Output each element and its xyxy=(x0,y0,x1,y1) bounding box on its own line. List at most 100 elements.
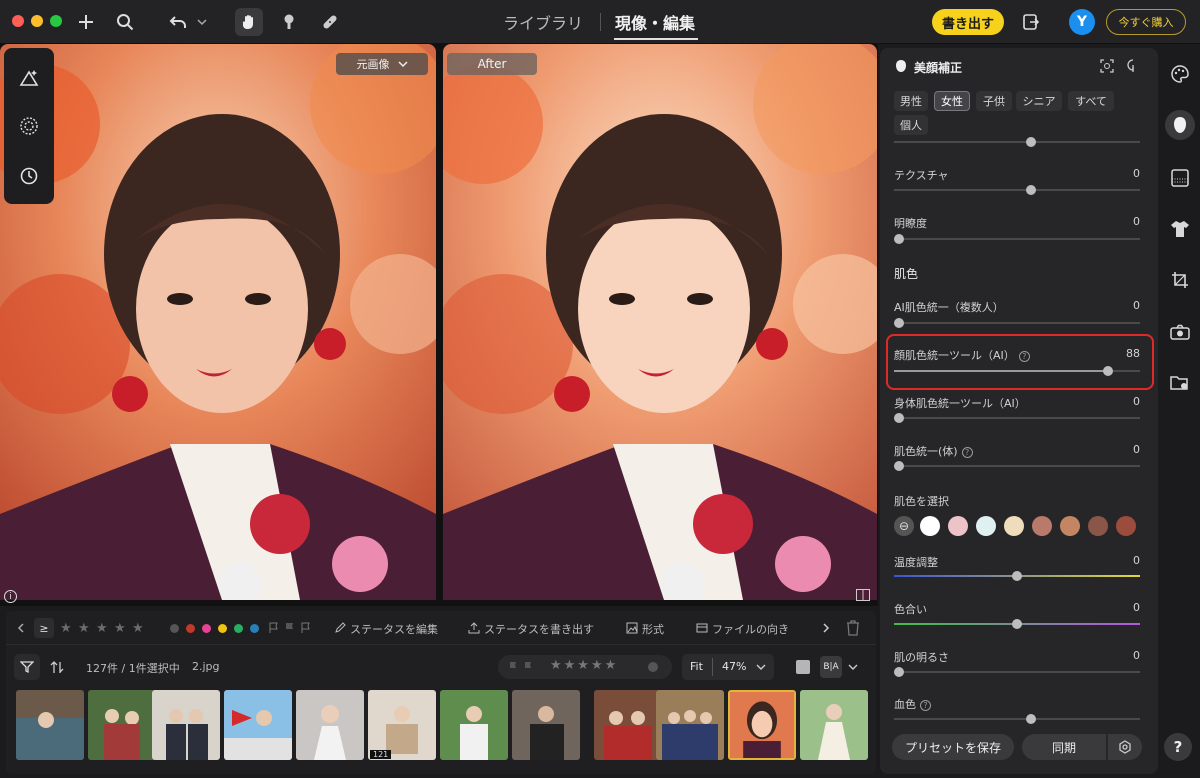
body-skin-tool-handle[interactable] xyxy=(894,413,904,423)
skin-swatch[interactable] xyxy=(1088,516,1108,536)
chip-male[interactable]: 男性 xyxy=(894,91,928,111)
minimize-window-button[interactable] xyxy=(31,15,43,27)
skin-unify-body-slider[interactable] xyxy=(894,461,1140,471)
flag-icon[interactable] xyxy=(268,622,314,634)
export-button[interactable]: 書き出す xyxy=(932,9,1004,35)
skin-swatch[interactable] xyxy=(1116,516,1136,536)
clothing-icon[interactable] xyxy=(1168,217,1192,241)
format-button[interactable]: 形式 xyxy=(642,621,664,637)
undo-icon[interactable] xyxy=(164,8,192,36)
texture-slider-handle[interactable] xyxy=(1026,185,1036,195)
folder-settings-icon[interactable] xyxy=(1168,371,1192,395)
single-view-button[interactable] xyxy=(796,660,810,674)
star-icon[interactable]: ★ xyxy=(78,621,90,636)
thumbnail[interactable] xyxy=(224,690,292,760)
chip-child[interactable]: 子供 xyxy=(976,91,1012,111)
skin-swatch[interactable] xyxy=(1004,516,1024,536)
clarity-slider-handle[interactable] xyxy=(894,234,904,244)
ai-skin-unify-slider[interactable] xyxy=(894,318,1140,328)
original-image-dropdown[interactable]: 元画像 xyxy=(336,53,428,75)
tint-handle[interactable] xyxy=(1012,619,1022,629)
texture-pattern-icon[interactable] xyxy=(1168,166,1192,190)
blood-color-handle[interactable] xyxy=(1026,714,1036,724)
ai-enhance-icon[interactable] xyxy=(17,66,41,90)
skin-swatch[interactable] xyxy=(920,516,940,536)
palette-icon[interactable] xyxy=(1168,62,1192,86)
star-icon[interactable]: ★ xyxy=(96,621,108,636)
star-icon[interactable]: ★ xyxy=(114,621,126,636)
export-status-button[interactable]: ステータスを書き出す xyxy=(484,621,594,637)
buy-now-button[interactable]: 今すぐ購入 xyxy=(1106,9,1186,35)
chip-individual[interactable]: 個人 xyxy=(894,115,928,135)
zoom-control[interactable]: Fit 47% xyxy=(682,654,774,680)
face-skin-tool-handle[interactable] xyxy=(1103,366,1113,376)
skin-brightness-handle[interactable] xyxy=(894,667,904,677)
beauty-face-icon[interactable] xyxy=(1165,110,1195,140)
blood-color-slider[interactable] xyxy=(894,714,1140,724)
skin-swatch[interactable] xyxy=(1032,516,1052,536)
tab-library[interactable]: ライブラリ xyxy=(503,10,583,34)
thumbnail[interactable] xyxy=(88,690,156,760)
no-skin-swatch[interactable]: ⊖ xyxy=(894,516,914,536)
maximize-window-button[interactable] xyxy=(50,15,62,27)
user-avatar[interactable]: Y xyxy=(1069,9,1095,35)
slider-track[interactable] xyxy=(894,137,1140,147)
trash-icon[interactable] xyxy=(846,620,860,636)
thumbnail[interactable] xyxy=(512,690,580,760)
add-icon[interactable] xyxy=(72,8,100,36)
sync-button[interactable]: 同期 xyxy=(1022,734,1106,760)
zoom-value[interactable]: 47% xyxy=(722,660,746,673)
sync-settings-button[interactable] xyxy=(1108,734,1142,760)
tab-develop[interactable]: 現像・編集 xyxy=(615,10,695,34)
help-icon[interactable]: ? xyxy=(1018,351,1030,362)
thumbnail[interactable] xyxy=(594,690,662,760)
thumbnail[interactable] xyxy=(16,690,84,760)
sort-icon[interactable] xyxy=(50,660,66,674)
help-icon[interactable]: ? xyxy=(920,700,931,711)
temperature-handle[interactable] xyxy=(1012,571,1022,581)
color-dot[interactable] xyxy=(648,662,658,672)
tint-slider[interactable] xyxy=(894,619,1140,629)
chip-all[interactable]: すべて xyxy=(1068,91,1114,111)
thumbnail-selected[interactable] xyxy=(728,690,796,760)
skin-swatch[interactable] xyxy=(976,516,996,536)
clarity-slider[interactable] xyxy=(894,234,1140,244)
chip-female[interactable]: 女性 xyxy=(934,91,970,111)
stamp-tool-icon[interactable] xyxy=(275,8,303,36)
skin-unify-body-handle[interactable] xyxy=(894,461,904,471)
search-icon[interactable] xyxy=(111,8,139,36)
help-button[interactable]: ? xyxy=(1164,733,1192,761)
chevron-down-icon[interactable] xyxy=(192,8,212,36)
face-skin-tool-slider[interactable] xyxy=(894,366,1140,376)
image-viewer[interactable] xyxy=(0,44,878,606)
save-preset-button[interactable]: プリセットを保存 xyxy=(892,734,1014,760)
chevron-down-icon[interactable] xyxy=(848,663,858,671)
ai-skin-unify-handle[interactable] xyxy=(894,318,904,328)
skin-swatch[interactable] xyxy=(1060,516,1080,536)
hand-tool-icon[interactable] xyxy=(235,8,263,36)
before-photo[interactable] xyxy=(0,44,436,600)
face-detect-icon[interactable] xyxy=(1100,59,1114,73)
rating-filter[interactable]: ★★★★★ xyxy=(498,655,672,679)
slider-handle[interactable] xyxy=(1026,137,1036,147)
chevron-left-icon[interactable] xyxy=(16,623,26,633)
temperature-slider[interactable] xyxy=(894,571,1140,581)
healing-bandage-icon[interactable] xyxy=(316,8,344,36)
before-after-button[interactable]: B|A xyxy=(820,656,842,678)
color-label-blue[interactable] xyxy=(250,624,259,633)
color-label-none[interactable] xyxy=(170,624,179,633)
noise-reduction-icon[interactable] xyxy=(17,114,41,138)
color-label-green[interactable] xyxy=(234,624,243,633)
star-icon[interactable]: ★ xyxy=(60,621,72,636)
file-orientation-button[interactable]: ファイルの向き xyxy=(712,621,789,637)
texture-slider[interactable] xyxy=(894,185,1140,195)
thumbnail[interactable] xyxy=(800,690,868,760)
panel-toggle-icon[interactable] xyxy=(1017,8,1045,36)
thumbnail[interactable]: 121 xyxy=(368,690,436,760)
body-skin-tool-slider[interactable] xyxy=(894,413,1140,423)
help-icon[interactable]: ? xyxy=(961,447,973,458)
skin-swatch[interactable] xyxy=(948,516,968,536)
star-icon[interactable]: ★ xyxy=(132,621,144,636)
after-photo[interactable] xyxy=(443,44,877,600)
color-label-red[interactable] xyxy=(186,624,195,633)
